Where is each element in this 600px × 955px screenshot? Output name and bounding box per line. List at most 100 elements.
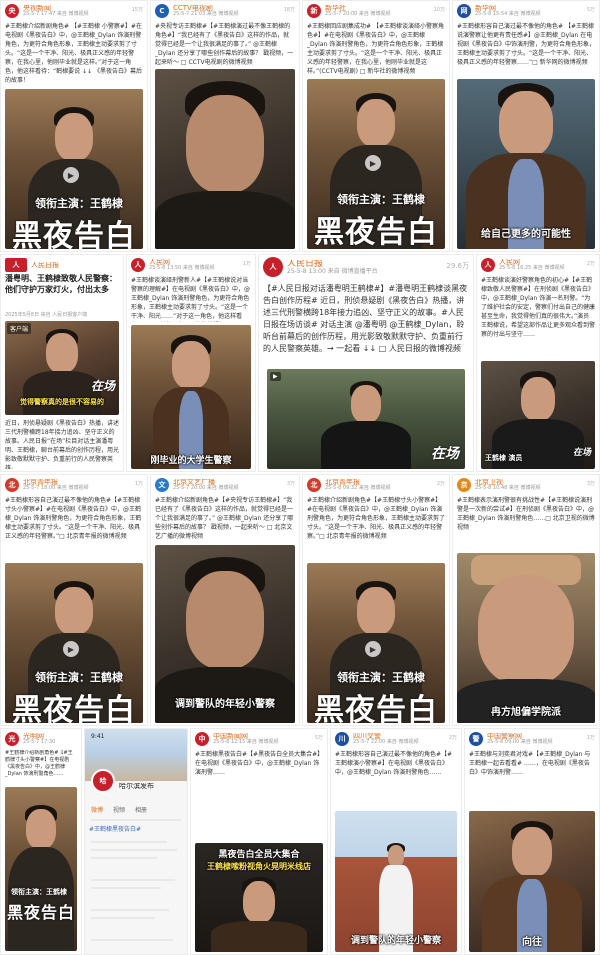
view-count: 2万 [436,481,445,488]
video-thumbnail[interactable]: 向往 [469,811,595,952]
avatar[interactable]: 光 [5,732,19,746]
post-text: 【#人民日报对话潘粤明王鹤棣#】#潘粤明王鹤棣谈黑夜告白创作历程# 近日，刑侦悬… [263,284,468,353]
post-card-beijing-tv[interactable]: 京 北京卫视 25-5-8 10:48 来自 微博视频 3万 #王鹤棣表示演刑警很… [452,474,600,726]
post-card-bj-youth-2[interactable]: 北 北京青年报 25-5-8 09:32 来自 微博视频 2万 #王鹤棣介绍新剧角… [302,474,450,726]
post-card-sichuan-police[interactable]: 川 四川交警 25-5-7 22:00 来自 微博视频 2万 #王鹤棣形容自己演过… [330,728,462,955]
post-time: 25-5-7 22:00 来自 微博视频 [353,739,419,745]
post-card-people-net-1[interactable]: 人 人民网 25-5-8 13:50 来自 微博视频 1万 #王鹤棣谈演绎刑警新人… [126,254,256,472]
avatar[interactable]: 人 [263,257,283,277]
avatar[interactable]: 中 [195,732,209,746]
video-thumbnail[interactable]: 调到警队的年轻小警察 [335,811,457,952]
view-count: 1万 [586,735,595,742]
avatar[interactable]: 川 [335,732,349,746]
video-thumbnail[interactable]: ▶ 领衔主演：王鹤棣 黑夜告白 [5,563,143,723]
video-thumbnail[interactable]: 刚毕业的大学生警察 [131,325,251,469]
post-text: #王鹤棣回应剧集成功# 【#王鹤棣谈演绎小警察角色#】#在电视剧《黑夜告白》中，… [307,23,444,75]
post-text: #王鹤棣形容自己演过最不像他的角色#【#王鹤棣演小警察#】在电视剧《黑夜告白》中… [335,751,453,776]
post-text: #王鹤棣介绍新剧角色#【#王鹤棣寸头小警察#】在电视剧《黑夜告白》中，@王鹤棣_… [5,750,73,777]
avatar[interactable]: 新 [307,4,321,18]
avatar[interactable]: 北 [5,478,19,492]
post-card-gmw[interactable]: 光 光明网 25-5-7 17:30 #王鹤棣介绍新剧角色#【#王鹤棣寸头小警察#… [0,728,82,955]
post-time: 25-5-8 12:15 来自 微博视频 [213,739,279,745]
view-count: 1万 [242,261,251,268]
post-header: 光 光明网 25-5-7 17:30 [1,729,81,749]
video-thumbnail[interactable]: ▶ 领衔主演：王鹤棣 黑夜告白 [5,89,143,249]
post-time: 25-5-7 20:00 来自 微博视频 [325,11,391,17]
zaichang-logo: 在场 [431,446,459,462]
avatar[interactable]: 人 [5,258,27,272]
avatar[interactable]: 哈 [91,769,115,793]
post-header: 京 北京卫视 25-5-8 10:48 来自 微博视频 3万 [453,475,599,495]
post-time: 25-5-7 18:00 来自 微博视频 [23,485,89,491]
play-icon[interactable]: ▶ [63,167,79,183]
view-count: 2万 [586,261,595,268]
avatar[interactable]: 警 [469,732,483,746]
post-card-bj-youth-1[interactable]: 北 北京青年报 25-5-7 18:00 来自 微博视频 1万 #王鹤棣形容自己演… [0,474,148,726]
tab-album[interactable]: 相册 [135,805,147,814]
post-text: #王鹤棣谈演绎刑警新人#【#王鹤棣说对当警察的理解#】在电视剧《黑夜告白》中，@… [131,277,251,320]
post-header: 北 北京青年报 25-5-8 09:32 来自 微博视频 2万 [303,475,449,495]
avatar[interactable]: 网 [457,4,471,18]
account-name[interactable]: 哈尔滨发布 [119,783,154,790]
post-header: 新 新华社 25-5-7 20:00 来自 微博视频 10万 [303,1,449,21]
post-header: 北 北京青年报 25-5-7 18:00 来自 微博视频 1万 [1,475,147,495]
video-thumbnail[interactable]: ▶ 领衔主演：王鹤棣 黑夜告白 [307,563,445,723]
post-card-cctv-news[interactable]: 央 央视新闻 25-5-7 17:47 来自 微博视频 15万 #王鹤棣介绍新剧角… [0,0,148,252]
video-caption: 调到警队的年轻小警察 [175,699,275,710]
post-text: #王鹤棣谈演好警察角色的初心#【#王鹤棣致敬人民警察#】在刑侦剧《黑夜告白》中，… [481,277,595,338]
post-card-peoples-daily-live[interactable]: 人 人民日报 25-5-8 13:00 来自 微博直播平台 29.6万 【#人民日… [258,254,474,472]
post-time: 25-5-8 09:32 来自 微博视频 [325,485,391,491]
view-count: 3万 [286,481,295,488]
tab-video[interactable]: 视频 [113,805,125,814]
view-count: 18万 [283,7,295,14]
video-thumbnail[interactable]: 客户端 在场 觉得警察真的是很不容易的 [5,321,119,415]
avatar[interactable]: 人 [131,258,145,272]
account-name[interactable]: 人民日报 [31,262,59,269]
post-card-people-net-2[interactable]: 人 人民网 25-5-8 16:25 来自 微博视频 2万 #王鹤棣谈演好警察角色… [476,254,600,472]
post-time: 25-5-7 17:47 来自 微博视频 [23,11,89,17]
post-card-xinhua[interactable]: 新 新华社 25-5-7 20:00 来自 微博视频 10万 #王鹤棣回应剧集成功… [302,0,450,252]
post-card-xinhuanet[interactable]: 网 新华网 25-5-8 15:54 来自 微博视频 5万 #王鹤棣形容自己演过最… [452,0,600,252]
post-text: #王鹤棣与刘奕君对戏#【#王鹤棣_Dylan 与王鹤棣一起去看看# ……，在电视… [469,751,591,776]
poster-cast: 领衔主演：王鹤棣 [337,193,425,206]
post-card-cctv-drama[interactable]: C CCTV电视剧 25-5-7 21:03 来自 微博视频 18万 #央视专访王… [150,0,300,252]
tab-weibo[interactable]: 微博 [91,805,103,814]
post-card-police-net[interactable]: 警 中国警察网 25-5-8 09:00 来自 微博视频 1万 #王鹤棣与刘奕君对… [464,728,600,955]
avatar[interactable]: 人 [481,258,495,272]
post-card-chinanews[interactable]: 中 中国新闻网 25-5-8 12:15 来自 微博视频 5万 #王鹤棣黑夜告白#… [190,728,328,955]
video-banner: 黑夜告白全员大集合 [218,850,300,860]
post-header: 警 中国警察网 25-5-8 09:00 来自 微博视频 1万 [465,729,599,749]
view-count: 15万 [131,7,143,14]
play-icon[interactable]: ▶ [63,641,79,657]
video-thumbnail[interactable]: ▶ 领衔主演：王鹤棣 黑夜告白 [307,79,445,249]
video-thumbnail[interactable]: 王鹤棣 演员 在场 [481,361,595,469]
play-icon[interactable]: ▶ [365,641,381,657]
avatar[interactable]: C [155,4,169,18]
post-text: #王鹤棣介绍新剧角色# 【#王鹤棣 小警察#】#在电视剧《黑夜告白》中，@王鹤棣… [5,23,142,84]
avatar[interactable]: 北 [307,478,321,492]
video-thumbnail[interactable]: 调到警队的年轻小警察 [155,545,295,723]
video-thumbnail[interactable]: 领衔主演：王鹤棣 黑夜告白 [5,787,77,951]
video-thumbnail[interactable]: 黑夜告白全员大集合 王鹤棣嗦粉视角火晃明米线店 [195,843,323,952]
poster-title: 黑夜告白 [314,693,438,723]
post-time: 25-5-7 20:00 来自 微博视频 [173,485,239,491]
view-count: 1万 [134,481,143,488]
avatar[interactable]: 央 [5,4,19,18]
post-time: 25-5-8 09:00 来自 微博视频 [487,739,553,745]
avatar[interactable]: 文 [155,478,169,492]
poster-cast: 领衔主演：王鹤棣 [11,887,67,896]
play-icon[interactable]: ▶ [365,155,381,171]
post-text: #王鹤棣形容自己演过最不像他的角色# 【#王鹤棣说演警察让他更有责任感#】@王鹤… [457,23,595,66]
post-header: 人 人民网 25-5-8 13:50 来自 微博视频 1万 [127,255,255,275]
article-headline[interactable]: 潘粤明、王鹤棣致敬人民警察：他们守护万家灯火，付出太多 [5,273,119,307]
video-thumbnail[interactable]: 给自己更多的可能性 [457,79,595,249]
post-card-peoples-daily-article[interactable]: 人 人民日报 潘粤明、王鹤棣致敬人民警察：他们守护万家灯火，付出太多 2025年… [0,254,124,472]
post-card-harbin-profile[interactable]: 9:41 哈 哈尔滨发布 微博 视频 相册 #王鹤棣黑夜告白# [84,728,188,955]
video-thumbnail[interactable]: ▶ 在场 [267,369,465,469]
post-card-bj-arts-radio[interactable]: 文 北京文艺广播 25-5-7 20:00 来自 微博视频 3万 #王鹤棣介绍新剧… [150,474,300,726]
article-source: 2025年5月8日 来自 人民日报客户端 [5,312,88,318]
video-thumbnail[interactable]: 冉方旭偏学院派 [457,553,595,723]
avatar[interactable]: 京 [457,478,471,492]
video-thumbnail[interactable] [155,69,295,249]
post-text: #王鹤棣介绍新剧角色#【#央视专访王鹤棣#】“我已经有了《黑夜告白》这样的作品，… [155,497,294,540]
